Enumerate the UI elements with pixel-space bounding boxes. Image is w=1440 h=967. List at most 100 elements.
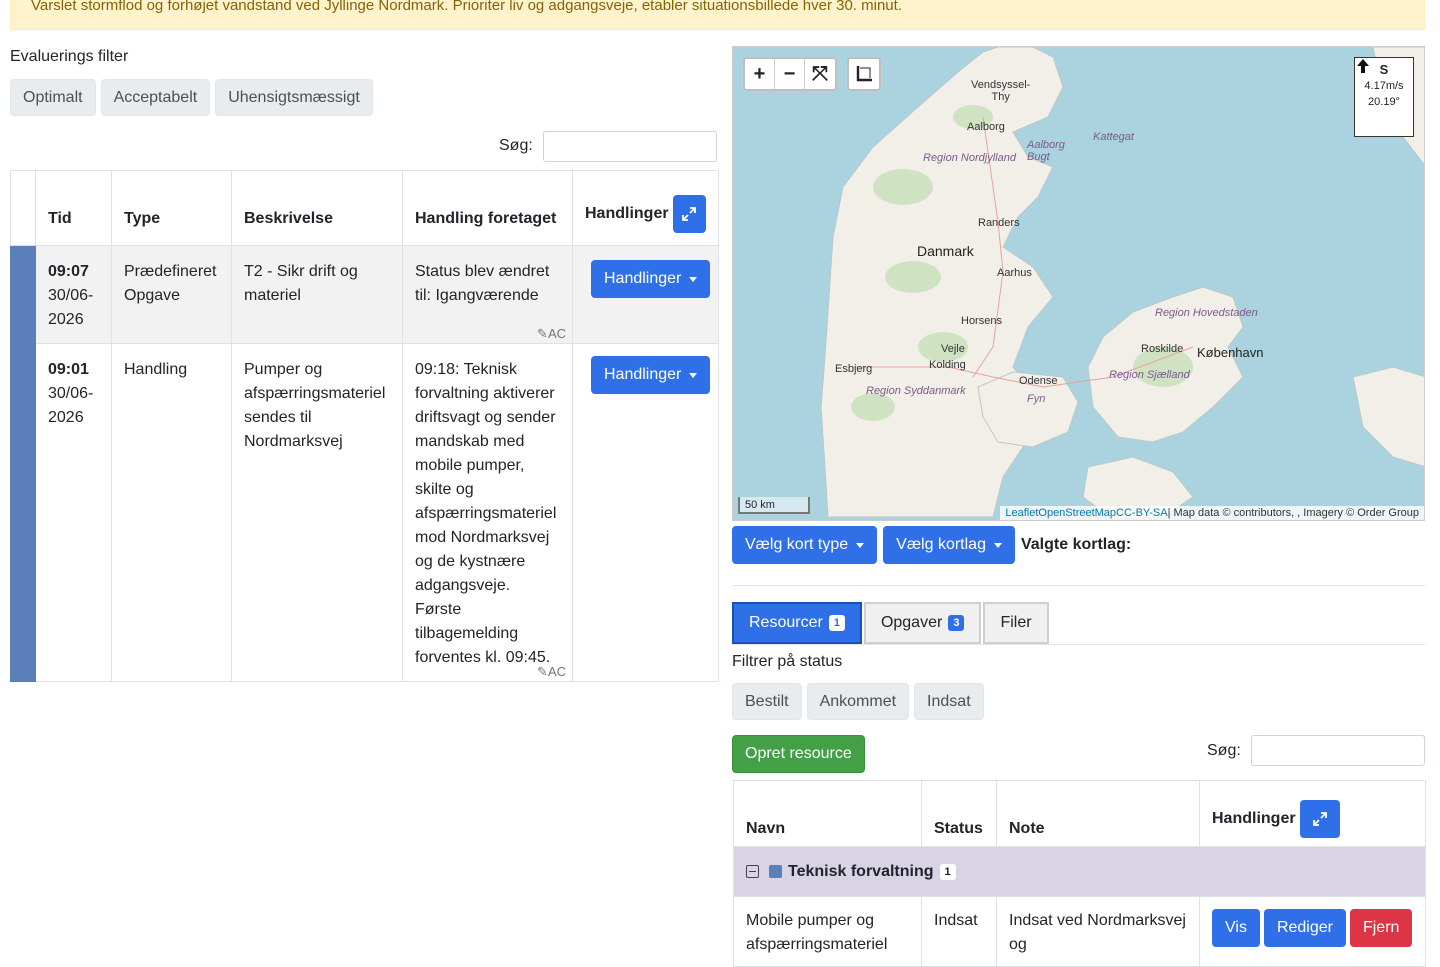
resources-search-label: Søg:	[1207, 742, 1241, 759]
wind-indicator: S 4.17m/s 20.19°	[1354, 57, 1414, 137]
resource-note: Indsat ved Nordmarksvej og	[996, 896, 1200, 967]
event-action-cell: 09:18: Teknisk forvaltning aktiverer dri…	[402, 343, 573, 682]
event-actions-cell: Handlinger	[572, 245, 719, 344]
event-date: 30/06-2026	[48, 385, 94, 426]
header-note[interactable]: Note	[996, 780, 1200, 847]
filter-optimalt-button[interactable]: Optimalt	[10, 79, 96, 116]
map-view[interactable]: + − ⤧ Vendsyssel- Thy Aalborg Aalborg Bu…	[732, 46, 1425, 521]
zoom-out-button[interactable]: −	[775, 59, 805, 89]
caret-down-icon	[856, 542, 865, 548]
resource-status: Indsat	[921, 896, 997, 967]
event-time: 09:01	[48, 361, 89, 378]
event-author: ✎AC	[537, 664, 566, 679]
remove-button[interactable]: Fjern	[1349, 909, 1413, 947]
header-actions-label: Handlinger	[1212, 810, 1296, 827]
header-type[interactable]: Type	[111, 170, 232, 246]
event-time-cell: 09:07 30/06-2026	[35, 245, 112, 344]
divider	[732, 585, 1425, 586]
header-actions: Handlinger	[1199, 780, 1426, 847]
status-ankommet-button[interactable]: Ankommet	[806, 683, 910, 720]
status-filter-buttons: Bestilt Ankommet Indsat	[732, 683, 984, 720]
expand-button[interactable]	[672, 195, 706, 233]
header-actions-label: Handlinger	[585, 205, 669, 222]
map-type-label: Vælg kort type	[745, 536, 849, 553]
filter-acceptabelt-button[interactable]: Acceptabelt	[100, 79, 211, 116]
status-bestilt-button[interactable]: Bestilt	[732, 683, 802, 720]
expand-button[interactable]	[1299, 800, 1340, 838]
leaflet-link[interactable]: Leaflet	[1005, 507, 1038, 519]
caret-down-icon	[689, 276, 698, 282]
tab-filer[interactable]: Filer	[983, 602, 1049, 644]
event-action: Status blev ændret til: Igangværende	[415, 263, 550, 304]
filter-uhensigtsmaessigt-button[interactable]: Uhensigtsmæssigt	[215, 79, 373, 116]
event-row[interactable]: 09:07 30/06-2026 Prædefineret Opgave T2 …	[10, 245, 719, 344]
resource-group-row[interactable]: Teknisk forvaltning 1	[733, 846, 1426, 897]
resource-actions-cell: Vis Rediger Fjern	[1199, 896, 1426, 967]
resources-search-input[interactable]	[1251, 735, 1425, 766]
events-search-label: Søg:	[499, 137, 533, 154]
event-author: ✎AC	[537, 326, 566, 341]
event-actions-dropdown[interactable]: Handlinger	[591, 260, 711, 298]
event-color-stripe	[10, 245, 36, 344]
status-indsat-button[interactable]: Indsat	[914, 683, 984, 720]
resource-name: Mobile pumper og afspærringsmateriel	[733, 896, 922, 967]
caret-down-icon	[689, 372, 698, 378]
selected-layers-label: Valgte kortlag:	[1020, 536, 1132, 553]
collapse-icon[interactable]	[746, 865, 759, 878]
map-label-esbjerg: Esbjerg	[835, 363, 873, 375]
map-layer-dropdown[interactable]: Vælg kortlag	[883, 526, 1015, 564]
edit-button[interactable]: Rediger	[1263, 909, 1346, 947]
osm-link[interactable]: OpenStreetMap	[1038, 507, 1116, 519]
map-label-roskilde: Roskilde	[1141, 343, 1184, 355]
event-row[interactable]: 09:01 30/06-2026 Handling Pumper og afsp…	[10, 343, 719, 682]
view-button[interactable]: Vis	[1212, 909, 1260, 947]
map-scale: 50 km	[738, 497, 810, 514]
evaluation-filter-buttons: Optimalt Acceptabelt Uhensigtsmæssigt	[10, 79, 373, 116]
caret-down-icon	[993, 542, 1002, 548]
resources-table: Navn Status Note Handlinger Teknisk forv…	[733, 780, 1426, 967]
wind-degrees: 20.19°	[1368, 96, 1400, 108]
header-time[interactable]: Tid	[35, 170, 112, 246]
zoom-in-button[interactable]: +	[745, 59, 775, 89]
tab-opgaver[interactable]: Opgaver 3	[863, 602, 982, 644]
resource-row[interactable]: Mobile pumper og afspærringsmateriel Ind…	[733, 896, 1426, 967]
event-time: 09:07	[48, 263, 89, 280]
events-table-header: Tid Type Beskrivelse Handling foretaget …	[10, 170, 719, 246]
map-label-kobenhavn: København	[1197, 345, 1264, 360]
header-stripe	[10, 170, 36, 246]
events-search-input[interactable]	[543, 131, 717, 162]
map-layer-label: Vælg kortlag	[896, 536, 986, 553]
tab-opgaver-count: 3	[948, 615, 965, 631]
map-attribution: LeafletOpenStreetMapCC-BY-SA| Map data ©…	[1000, 506, 1424, 520]
map-type-dropdown[interactable]: Vælg kort type	[732, 526, 878, 564]
draw-box-button[interactable]	[847, 57, 881, 91]
cc-link[interactable]: CC-BY-SA	[1116, 507, 1168, 519]
map-graphic	[820, 47, 1424, 520]
map-label-fyn: Fyn	[1027, 393, 1046, 405]
event-action-cell: Status blev ændret til: Igangværende ✎AC	[402, 245, 573, 344]
group-count-badge: 1	[939, 863, 956, 880]
map-label-aarhus: Aarhus	[997, 267, 1032, 279]
map-label-kolding: Kolding	[929, 359, 966, 371]
header-description[interactable]: Beskrivelse	[231, 170, 403, 246]
map-label-odense: Odense	[1019, 375, 1058, 387]
arrow-up-icon	[1357, 59, 1369, 73]
header-action-taken[interactable]: Handling foretaget	[402, 170, 573, 246]
tab-resourcer[interactable]: Resourcer 1	[732, 602, 862, 644]
divider	[732, 644, 1425, 645]
header-name[interactable]: Navn	[733, 780, 922, 847]
expand-icon	[682, 207, 697, 221]
crop-icon	[856, 66, 872, 82]
create-resource-button[interactable]: Opret resource	[732, 735, 865, 773]
header-status[interactable]: Status	[921, 780, 997, 847]
event-actions-dropdown[interactable]: Handlinger	[591, 356, 711, 394]
wind-speed: 4.17m/s	[1364, 80, 1404, 92]
event-type: Prædefineret Opgave	[111, 245, 232, 344]
group-name: Teknisk forvaltning	[788, 862, 934, 880]
fullscreen-button[interactable]: ⤧	[805, 59, 835, 89]
map-tools: Vælg kort type Vælg kortlag Valgte kortl…	[732, 526, 1131, 564]
tab-resourcer-label: Resourcer	[749, 614, 823, 631]
map-label-aalborg-bugt: Aalborg Bugt	[1027, 139, 1065, 163]
event-type: Handling	[111, 343, 232, 682]
events-table: Tid Type Beskrivelse Handling foretaget …	[10, 170, 719, 682]
